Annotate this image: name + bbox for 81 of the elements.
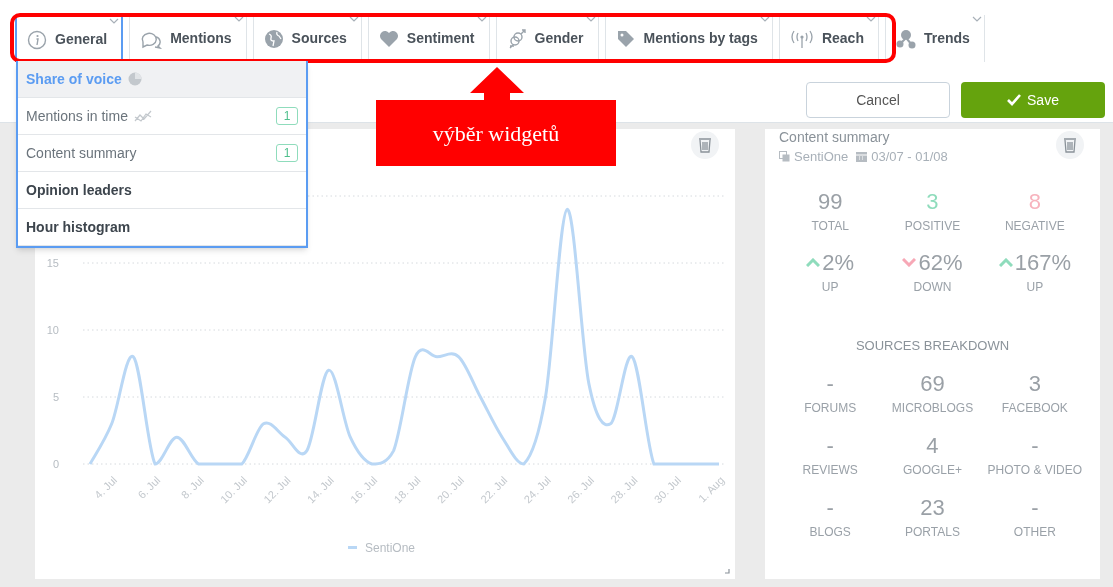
x-axis-label: 8. Jul bbox=[178, 473, 206, 501]
y-axis-label: 0 bbox=[52, 458, 59, 470]
stat-value: 3 bbox=[1028, 371, 1041, 397]
callout-arrow bbox=[470, 67, 524, 101]
stat-label: TOTAL bbox=[811, 217, 849, 235]
trash-icon bbox=[1063, 137, 1077, 153]
dropdown-item[interactable]: Content summary 1 bbox=[18, 135, 306, 172]
x-axis-label: 22. Jul bbox=[478, 473, 510, 506]
stat-value: 3 bbox=[926, 188, 939, 215]
stat-label: POSITIVE bbox=[904, 217, 961, 235]
delete-button[interactable] bbox=[691, 131, 719, 159]
stat-value: - bbox=[826, 433, 834, 459]
stat-value: 4 bbox=[926, 433, 939, 459]
stat-label: UP bbox=[821, 278, 839, 296]
stat-value: - bbox=[1031, 433, 1039, 459]
count-badge: 1 bbox=[276, 144, 298, 162]
y-axis-label: 10 bbox=[46, 324, 59, 336]
stat-value: - bbox=[826, 495, 834, 521]
people-icon bbox=[895, 28, 916, 49]
stat-label: BLOGS bbox=[809, 524, 851, 541]
info-icon bbox=[27, 29, 47, 50]
x-axis-label: 10. Jul bbox=[217, 473, 250, 506]
callout-label: výběr widgetů bbox=[376, 100, 616, 166]
cancel-button[interactable]: Cancel bbox=[806, 82, 950, 118]
widget-tab[interactable]: Trends bbox=[884, 15, 985, 62]
copy-icon bbox=[779, 151, 790, 163]
section-heading: SOURCES BREAKDOWN bbox=[854, 336, 1011, 355]
stat-value: 23 bbox=[920, 495, 945, 521]
stat-label: OTHER bbox=[1013, 524, 1056, 541]
delete-button[interactable] bbox=[1056, 131, 1084, 159]
chevron-down-icon bbox=[971, 16, 982, 23]
stat-value: 8 bbox=[1028, 188, 1041, 215]
dropdown-item[interactable]: Opinion leaders bbox=[18, 172, 306, 209]
pie-chart-icon bbox=[127, 72, 142, 86]
dropdown-item[interactable]: Mentions in time 1 bbox=[18, 98, 306, 135]
stat-label: PHOTO & VIDEO bbox=[987, 462, 1083, 479]
date-range: 03/07 - 01/08 bbox=[871, 148, 948, 166]
stat-label: FACEBOOK bbox=[1001, 400, 1068, 417]
tag-icon bbox=[615, 28, 636, 49]
stat-value: - bbox=[826, 371, 834, 397]
x-axis-label: 16. Jul bbox=[347, 473, 380, 506]
stat-value: 167% bbox=[1014, 249, 1071, 276]
chevron-down-icon bbox=[759, 16, 770, 23]
chevron-down-icon bbox=[585, 16, 596, 23]
source-label: SentiOne bbox=[794, 148, 849, 166]
stat-label: DOWN bbox=[913, 278, 952, 296]
stat-value: 2% bbox=[822, 249, 855, 276]
chevron-down-icon bbox=[865, 16, 876, 23]
dropdown-item[interactable]: Hour histogram bbox=[18, 209, 306, 246]
y-axis-label: 15 bbox=[46, 257, 59, 269]
legend-label: SentiOne bbox=[365, 541, 416, 555]
stat-label: NEGATIVE bbox=[1004, 217, 1065, 235]
resize-handle-icon[interactable] bbox=[724, 568, 730, 574]
trend-line-icon bbox=[133, 109, 152, 123]
count-badge: 1 bbox=[276, 107, 298, 125]
chevron-down-icon bbox=[109, 18, 120, 25]
stat-value: 69 bbox=[920, 371, 945, 397]
chevron-down-icon bbox=[348, 16, 359, 23]
stat-label: GOOGLE+ bbox=[902, 462, 962, 479]
stat-value: 62% bbox=[918, 249, 963, 276]
x-axis-label: 26. Jul bbox=[564, 473, 597, 506]
widget-title: Content summary bbox=[779, 129, 891, 145]
heart-icon bbox=[378, 29, 399, 48]
x-axis-label: 14. Jul bbox=[304, 473, 336, 506]
y-axis-label: 5 bbox=[52, 391, 59, 403]
trash-icon bbox=[698, 137, 712, 153]
stat-value: 99 bbox=[817, 188, 843, 215]
calendar-icon bbox=[856, 151, 868, 163]
stat-label: PORTALS bbox=[905, 524, 960, 541]
chevron-down-icon bbox=[476, 16, 487, 23]
stat-label: UP bbox=[1026, 278, 1044, 296]
x-axis-label: 28. Jul bbox=[608, 473, 640, 506]
stat-label: FORUMS bbox=[804, 400, 857, 417]
antenna-icon bbox=[789, 28, 814, 49]
check-icon bbox=[1007, 94, 1022, 106]
stat-label: MICROBLOGS bbox=[891, 400, 974, 417]
globe-icon bbox=[263, 28, 284, 49]
x-axis-label: 18. Jul bbox=[391, 473, 423, 506]
stat-value: - bbox=[1031, 495, 1039, 521]
stat-label: REVIEWS bbox=[802, 462, 858, 479]
chevron-down-icon bbox=[233, 16, 244, 23]
